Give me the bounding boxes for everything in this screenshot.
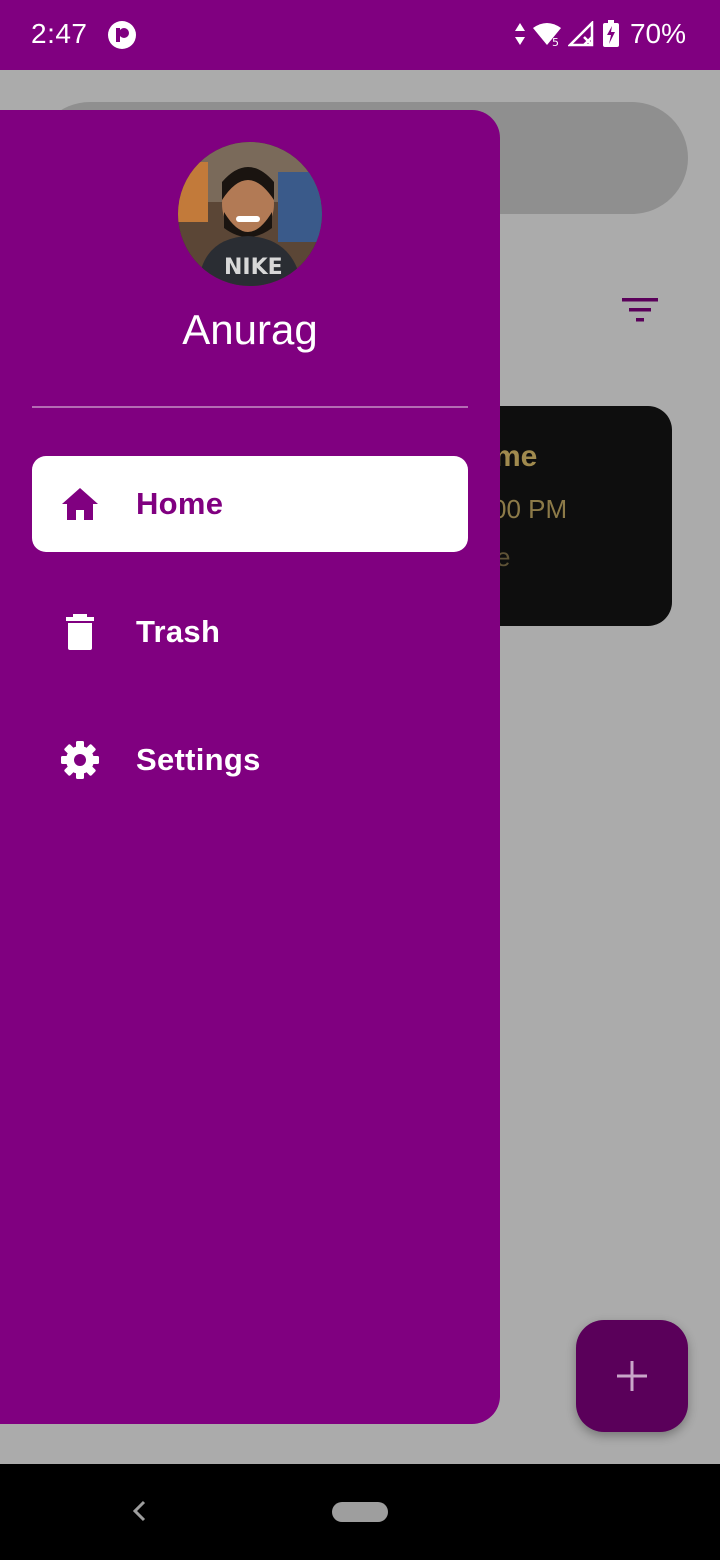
status-bar: 2:47 5 70%: [0, 0, 720, 70]
home-gesture-pill[interactable]: [332, 1502, 388, 1522]
filter-icon: [622, 298, 658, 322]
wifi-icon: 5: [532, 23, 561, 47]
svg-text:NIKE: NIKE: [224, 255, 283, 280]
gear-icon: [61, 741, 99, 779]
drawer-item-settings[interactable]: Settings: [32, 712, 468, 808]
drawer-item-home[interactable]: Home: [32, 456, 468, 552]
battery-percent: 70%: [629, 18, 686, 49]
divider: [32, 406, 468, 408]
avatar[interactable]: NIKE: [178, 142, 322, 286]
cell-signal-off-icon: [567, 21, 594, 47]
app-notification-icon: [108, 21, 136, 49]
drawer-item-label: Trash: [136, 614, 221, 649]
user-name: Anurag: [182, 306, 318, 353]
trash-icon: [66, 614, 94, 650]
add-note-button[interactable]: [576, 1320, 688, 1432]
signal-badge: 5: [552, 36, 559, 47]
drawer-item-label: Settings: [136, 742, 261, 777]
drawer-item-trash[interactable]: Trash: [32, 584, 468, 680]
battery-charging-icon: [602, 20, 619, 47]
drawer-item-label: Home: [136, 486, 224, 521]
back-icon[interactable]: [128, 1496, 150, 1526]
note-card-time: 00 PM: [492, 494, 568, 524]
avatar-image: NIKE: [178, 142, 322, 286]
note-card-title: me: [494, 440, 538, 473]
status-time: 2:47: [31, 18, 88, 49]
status-indicators: 5 70%: [514, 18, 686, 50]
home-icon: [62, 488, 98, 520]
data-arrows-icon: [514, 23, 525, 45]
navigation-drawer: NIKE Anurag Home Trash Settings: [0, 110, 500, 1424]
plus-icon: [617, 1361, 647, 1391]
